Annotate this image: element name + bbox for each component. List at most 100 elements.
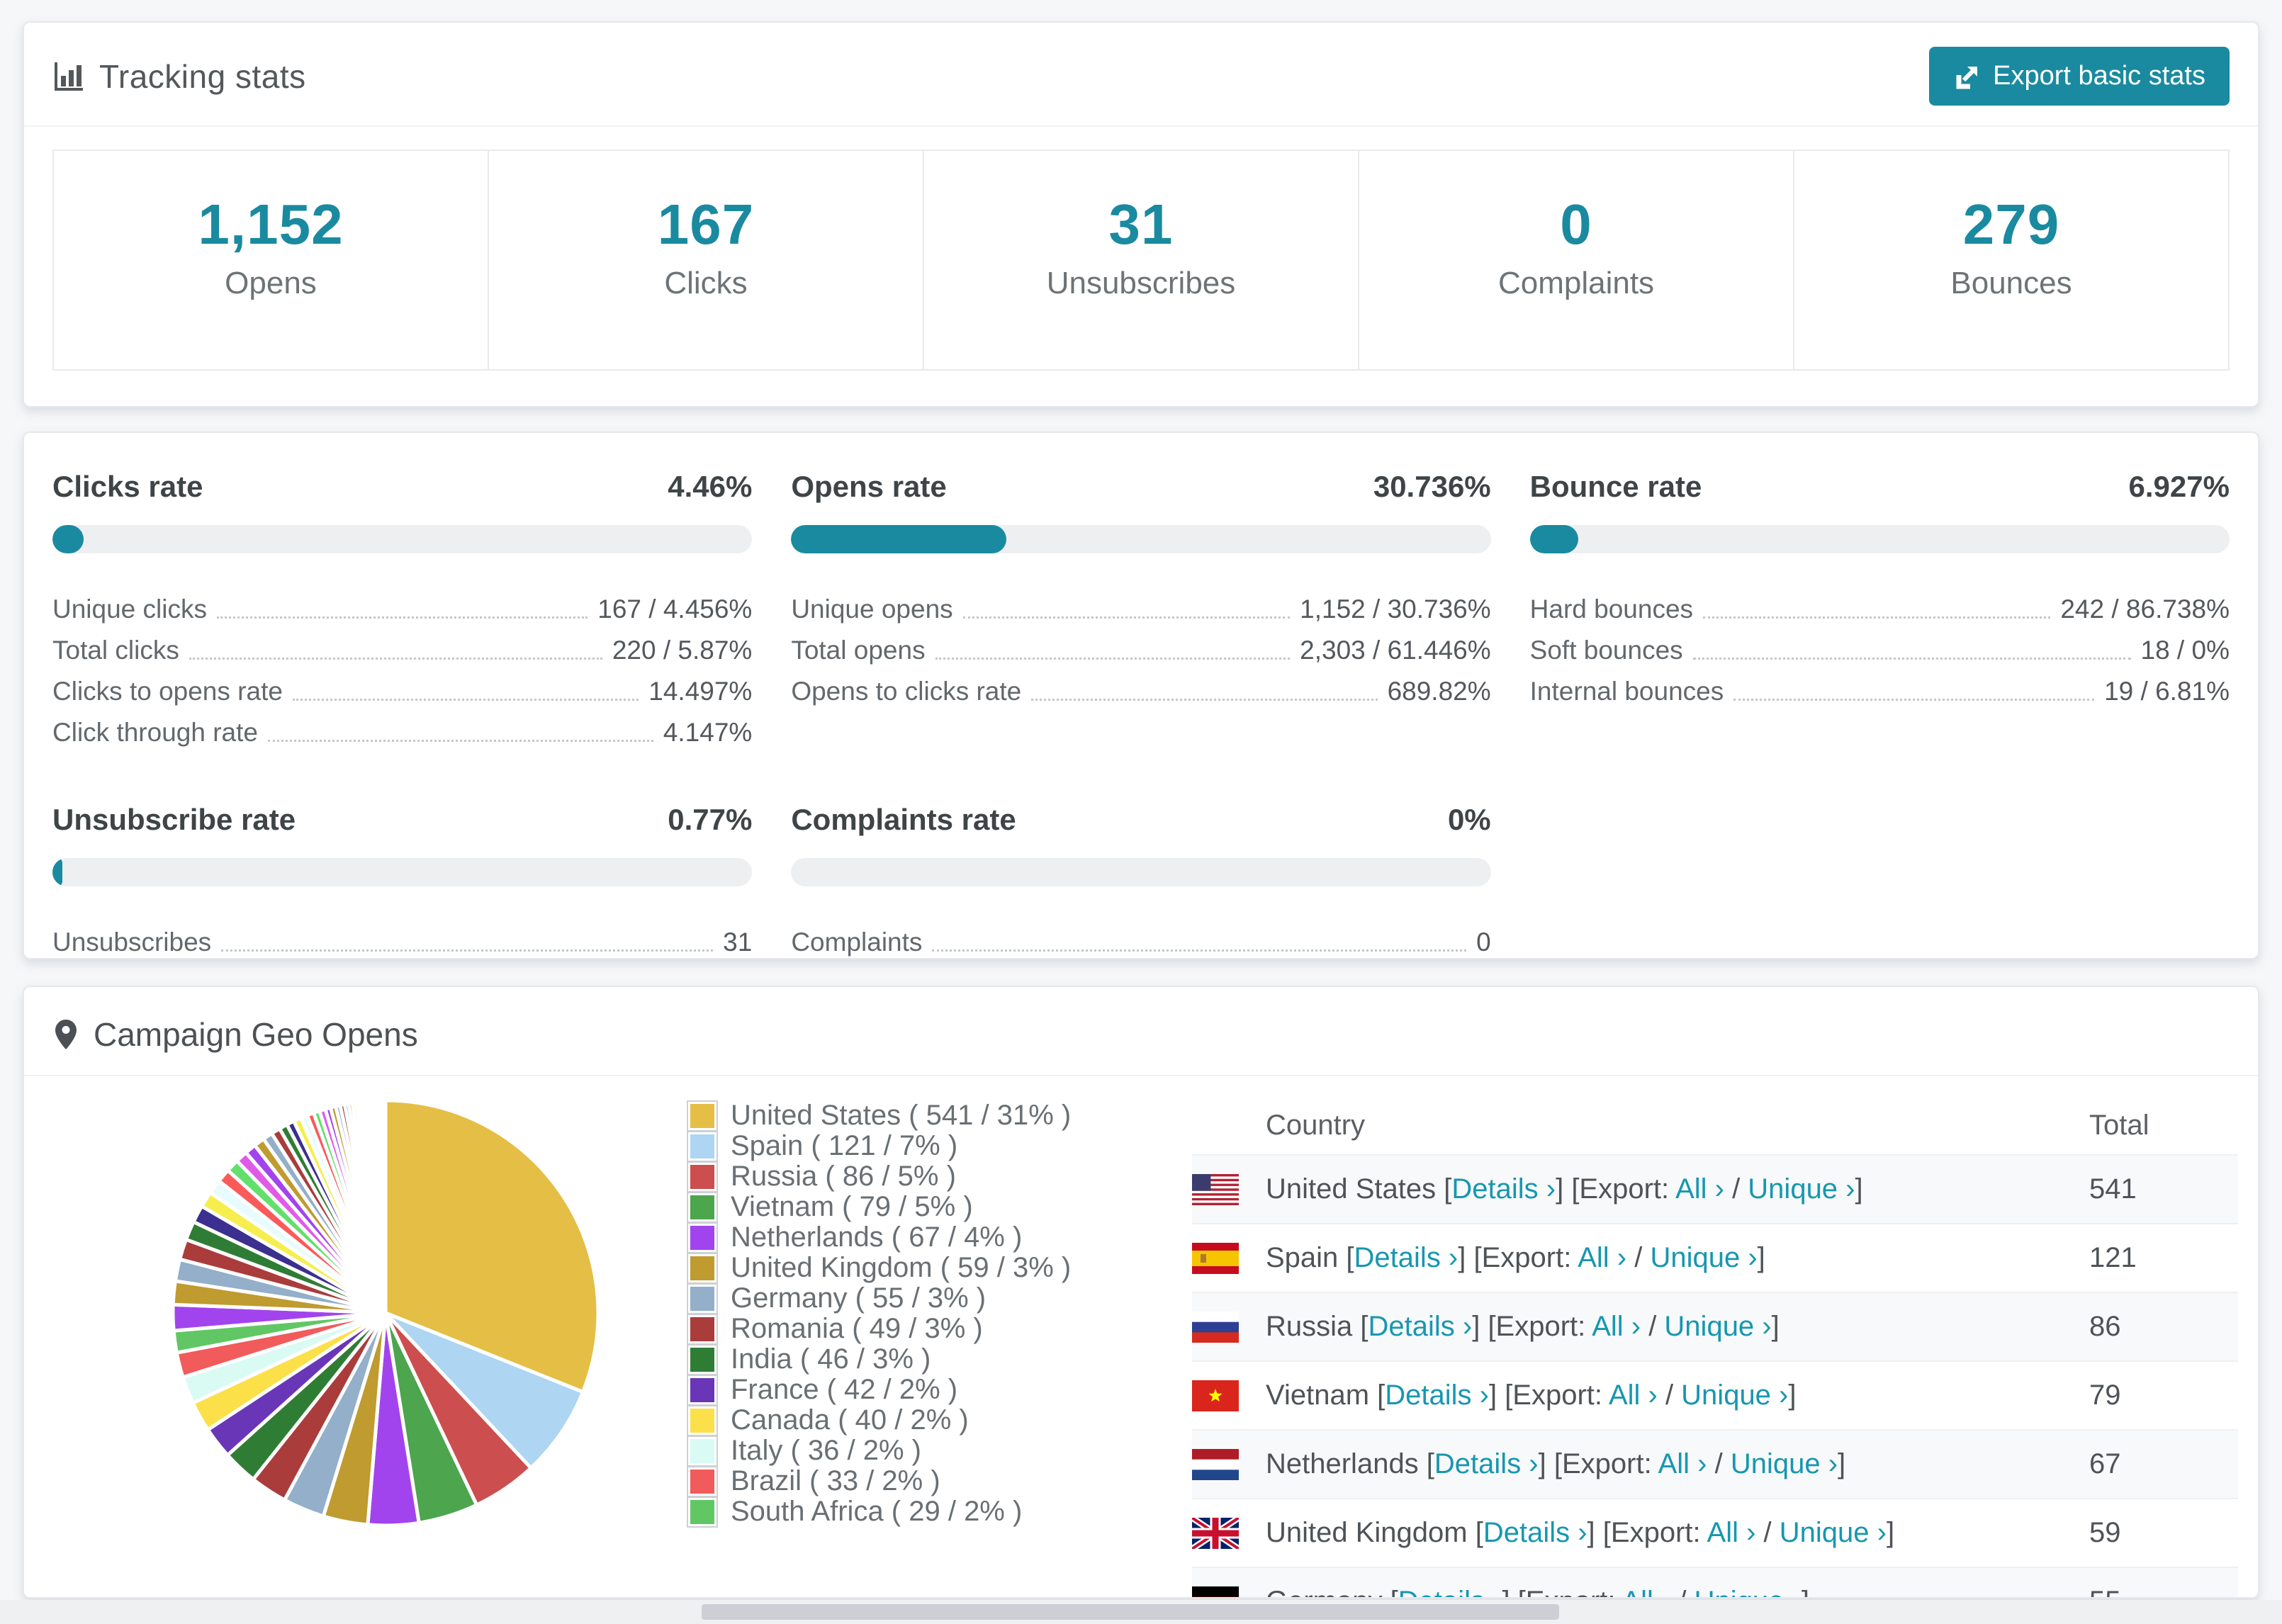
unsubscribe-rate-progress-bar: [52, 858, 753, 886]
legend-item: Brazil ( 33 / 2% ): [687, 1465, 1023, 1497]
export-unique-link[interactable]: Unique ›: [1664, 1311, 1771, 1342]
export-unique-link[interactable]: Unique ›: [1780, 1517, 1887, 1548]
de-flag-icon: [1192, 1586, 1239, 1597]
rate-stat-row: Soft bounces 18 / 0%: [1530, 624, 2230, 665]
export-unique-link[interactable]: Unique ›: [1731, 1448, 1838, 1479]
total-cell: 55: [2089, 1586, 2238, 1597]
total-cell: 67: [2089, 1448, 2121, 1479]
total-cell: 79: [2089, 1380, 2121, 1411]
horizontal-scrollbar-track[interactable]: [0, 1600, 2282, 1624]
summary-bounces: 279 Bounces: [1793, 151, 2228, 369]
stat-label: Total opens: [791, 636, 926, 665]
details-link[interactable]: Details ›: [1354, 1242, 1458, 1273]
es-flag-icon: [1192, 1242, 1239, 1274]
details-link[interactable]: Details ›: [1434, 1448, 1539, 1479]
export-basic-stats-button[interactable]: Export basic stats: [1929, 47, 2230, 106]
export-unique-link[interactable]: Unique ›: [1681, 1380, 1788, 1411]
opens-rate-value: 30.736%: [1373, 470, 1491, 503]
legend-swatch: [687, 1404, 718, 1436]
legend-label: Romania ( 49 / 3% ): [731, 1313, 983, 1344]
export-all-link[interactable]: All ›: [1592, 1311, 1641, 1342]
opens-rate-section: Opens rate 30.736% Unique opens 1,152 / 30…: [791, 470, 1491, 706]
geo-title: Campaign Geo Opens: [94, 1016, 418, 1053]
dotted-leader: [292, 699, 639, 701]
dotted-leader: [267, 740, 653, 742]
export-unique-link[interactable]: Unique ›: [1748, 1173, 1855, 1205]
export-all-link[interactable]: All ›: [1578, 1242, 1626, 1273]
legend-label: Brazil ( 33 / 2% ): [731, 1465, 940, 1496]
tracking-stats-card: Tracking stats Export basic stats 1,152 …: [23, 21, 2259, 407]
rate-stat-row: Opens to clicks rate 689.82%: [791, 665, 1490, 706]
export-unique-link[interactable]: Unique ›: [1650, 1242, 1757, 1273]
dashboard-page: Tracking stats Export basic stats 1,152 …: [0, 0, 2282, 1624]
dotted-leader: [221, 949, 714, 952]
country-cell: United States [Details ›] [Export: All ›…: [1266, 1173, 1863, 1205]
geo-pie-chart: [166, 1093, 605, 1597]
campaign-geo-opens-card: Campaign Geo Opens United States ( 541 /…: [23, 986, 2259, 1598]
legend-item: France ( 42 / 2% ): [687, 1374, 1023, 1406]
stat-label: Unique clicks: [52, 594, 207, 624]
legend-item: Vietnam ( 79 / 5% ): [687, 1191, 1023, 1223]
rates-card: Clicks rate 4.46% Unique clicks 167 / 4.45…: [23, 432, 2259, 959]
legend-swatch: [687, 1435, 718, 1467]
export-all-link[interactable]: All ›: [1621, 1586, 1670, 1597]
progress-fill: [52, 858, 62, 886]
legend-swatch: [687, 1252, 718, 1284]
country-cell: Netherlands [Details ›] [Export: All › /…: [1266, 1448, 1846, 1479]
stat-value: 31: [723, 927, 753, 957]
geo-table-header: Country Total: [1266, 1109, 2149, 1141]
stat-label: Opens to clicks rate: [791, 677, 1022, 706]
summary-complaints: 0 Complaints: [1358, 151, 1793, 369]
horizontal-scrollbar-thumb[interactable]: [702, 1604, 1559, 1620]
legend-swatch: [687, 1374, 718, 1406]
legend-swatch: [687, 1343, 718, 1375]
legend-swatch: [687, 1496, 718, 1528]
stat-label: Total clicks: [52, 636, 179, 665]
details-link[interactable]: Details ›: [1368, 1311, 1473, 1342]
stat-label: Complaints: [791, 927, 923, 957]
rate-stat-row: Unique clicks 167 / 4.456%: [52, 583, 752, 624]
unsubscribes-count: 31: [1108, 193, 1174, 256]
legend-label: France ( 42 / 2% ): [731, 1374, 958, 1405]
rate-stat-row: Clicks to opens rate 14.497%: [52, 665, 752, 706]
country-cell: United Kingdom [Details ›] [Export: All …: [1266, 1517, 1895, 1548]
export-all-link[interactable]: All ›: [1658, 1448, 1707, 1479]
us-flag-icon: [1192, 1173, 1239, 1205]
geo-table: Country Total United States [Details ›] …: [1192, 1096, 2238, 1597]
table-row: United Kingdom [Details ›] [Export: All …: [1192, 1498, 2238, 1567]
bounce-rate-progress-bar: [1529, 525, 2230, 553]
details-link[interactable]: Details ›: [1385, 1380, 1489, 1411]
total-cell: 121: [2089, 1242, 2137, 1273]
dotted-leader: [935, 658, 1291, 660]
details-link[interactable]: Details ›: [1398, 1586, 1502, 1597]
clicks-rate-progress-bar: [52, 525, 753, 553]
dotted-leader: [216, 616, 588, 619]
table-row: Netherlands [Details ›] [Export: All › /…: [1192, 1429, 2238, 1498]
legend-label: Canada ( 40 / 2% ): [731, 1404, 969, 1436]
total-cell: 59: [2089, 1517, 2121, 1548]
legend-label: India ( 46 / 3% ): [731, 1343, 931, 1375]
details-link[interactable]: Details ›: [1483, 1517, 1587, 1548]
table-row: Russia [Details ›] [Export: All › / Uniq…: [1192, 1292, 2238, 1360]
legend-swatch: [687, 1222, 718, 1253]
stat-value: 689.82%: [1387, 677, 1491, 706]
export-unique-link[interactable]: Unique ›: [1694, 1586, 1802, 1597]
dotted-leader: [932, 949, 1467, 952]
rate-stat-row: Internal bounces 19 / 6.81%: [1530, 665, 2230, 706]
rate-stat-row: Complaints 0: [791, 916, 1490, 957]
opens-rate-progress-bar: [791, 525, 1491, 553]
legend-item: United States ( 541 / 31% ): [687, 1100, 1071, 1132]
details-link[interactable]: Details ›: [1451, 1173, 1556, 1205]
legend-item: Russia ( 86 / 5% ): [687, 1161, 1023, 1192]
table-row: United States [Details ›] [Export: All ›…: [1192, 1154, 2238, 1223]
geo-header: Campaign Geo Opens: [24, 1011, 2258, 1076]
legend-item: Canada ( 40 / 2% ): [687, 1404, 1023, 1436]
export-all-link[interactable]: All ›: [1707, 1517, 1756, 1548]
summary-stats-box: 1,152 Opens 167 Clicks 31 Unsubscribes 0…: [52, 150, 2230, 371]
legend-swatch: [687, 1100, 718, 1132]
rate-stat-row: Hard bounces 242 / 86.738%: [1530, 583, 2230, 624]
export-all-link[interactable]: All ›: [1675, 1173, 1724, 1205]
rate-stat-row: Click through rate 4.147%: [52, 706, 752, 748]
export-all-link[interactable]: All ›: [1609, 1380, 1658, 1411]
gb-flag-icon: [1192, 1517, 1239, 1549]
